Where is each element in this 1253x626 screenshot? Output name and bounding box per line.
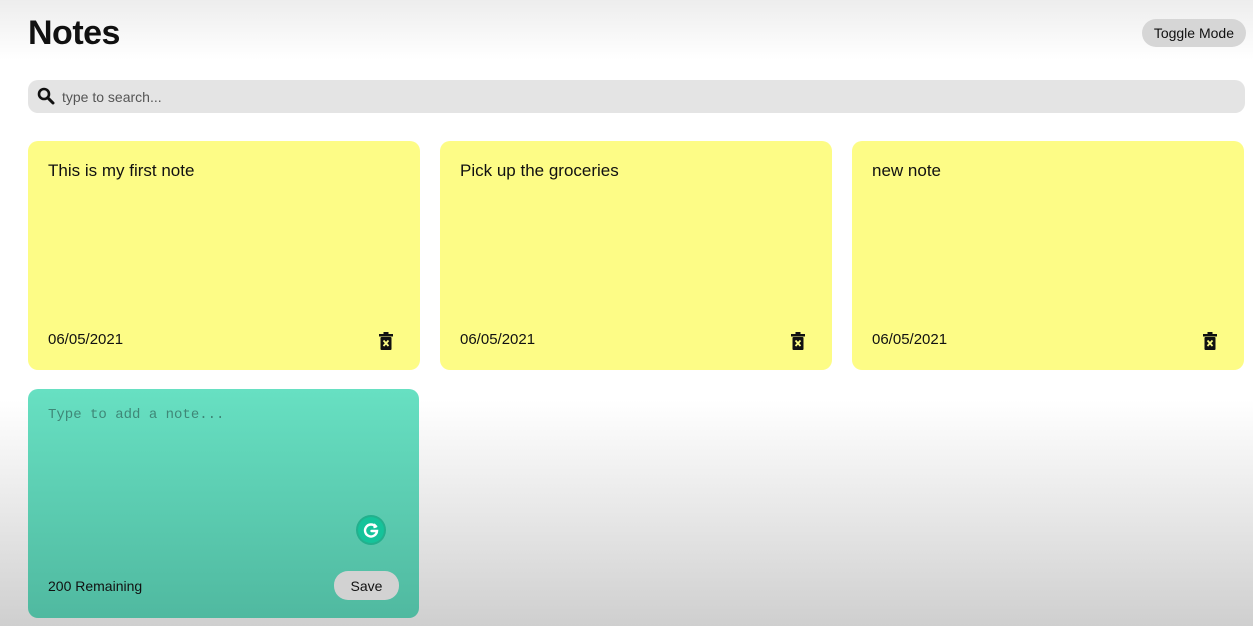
characters-remaining: 200 Remaining xyxy=(48,578,143,594)
note-card: Pick up the groceries 06/05/2021 xyxy=(440,141,832,370)
trash-icon[interactable] xyxy=(1203,332,1217,350)
trash-icon[interactable] xyxy=(791,332,805,350)
note-date: 06/05/2021 xyxy=(872,331,948,348)
note-card: new note 06/05/2021 xyxy=(852,141,1244,370)
search-input[interactable] xyxy=(62,80,1232,113)
toggle-mode-button[interactable]: Toggle Mode xyxy=(1141,19,1246,47)
page-title: Notes xyxy=(28,14,120,52)
note-card: This is my first note 06/05/2021 xyxy=(28,141,420,370)
note-text: new note xyxy=(872,161,941,180)
new-note-textarea[interactable] xyxy=(48,407,398,517)
trash-icon[interactable] xyxy=(379,332,393,350)
app-header: Notes Toggle Mode xyxy=(28,12,1246,56)
search-bar xyxy=(28,80,1245,113)
note-date: 06/05/2021 xyxy=(460,331,536,348)
note-text: Pick up the groceries xyxy=(460,161,619,180)
grammarly-icon[interactable] xyxy=(358,517,384,543)
new-note-card: 200 Remaining Save xyxy=(28,389,419,618)
search-icon xyxy=(37,87,55,105)
note-text: This is my first note xyxy=(48,161,195,180)
save-button[interactable]: Save xyxy=(334,571,399,600)
note-date: 06/05/2021 xyxy=(48,331,124,348)
